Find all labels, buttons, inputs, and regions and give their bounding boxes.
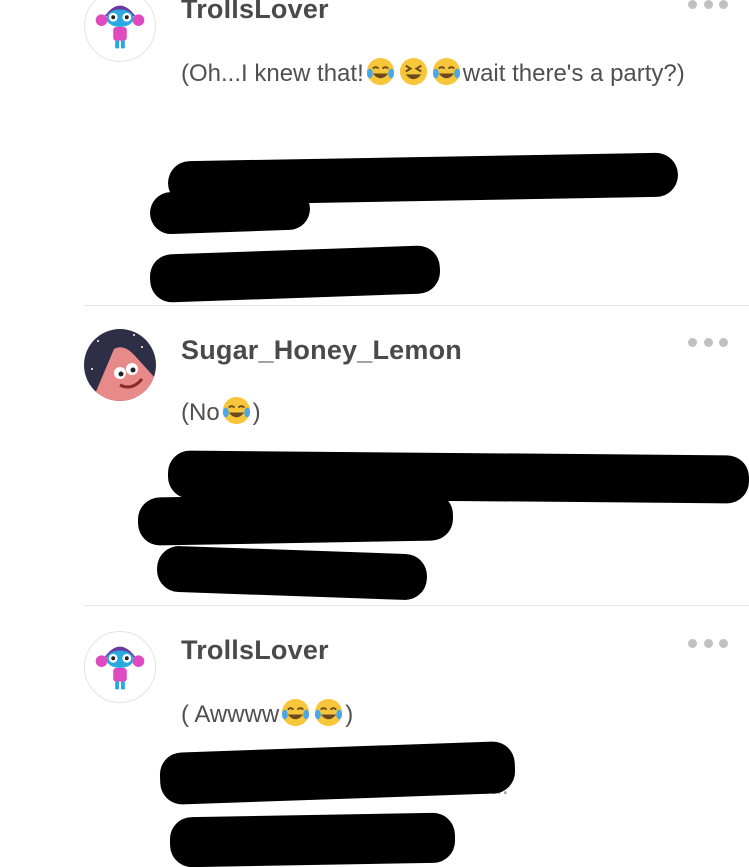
dot xyxy=(688,0,697,9)
more-options-button[interactable] xyxy=(688,0,728,10)
comment-text: (No) xyxy=(181,395,701,431)
comment-text-start: (No xyxy=(181,399,220,426)
avatar[interactable] xyxy=(84,0,156,62)
redaction-mark xyxy=(159,740,516,806)
patrick-avatar-icon xyxy=(91,334,156,401)
comment-item: Sugar_Honey_Lemon (No) xyxy=(0,305,749,605)
comment-text-end: ) xyxy=(345,701,354,728)
comment-text: (Oh...I knew that! wait there's a party?) xyxy=(181,56,701,92)
avatar[interactable] xyxy=(84,631,156,703)
more-options-button[interactable] xyxy=(688,637,728,649)
dot xyxy=(703,337,713,347)
username[interactable]: Sugar_Honey_Lemon xyxy=(181,335,462,366)
tears-of-joy-emoji-icon xyxy=(431,56,462,87)
redaction-mark xyxy=(149,244,441,304)
avatar[interactable] xyxy=(84,329,156,401)
dot xyxy=(688,337,697,347)
redaction-mark xyxy=(156,545,428,601)
tears-of-joy-emoji-icon xyxy=(313,697,344,728)
username[interactable]: TrollsLover xyxy=(181,0,329,25)
more-options-button[interactable] xyxy=(688,336,728,348)
comment-text-start: (Oh...I knew that! xyxy=(181,60,364,87)
troll-avatar-icon xyxy=(95,646,145,690)
redaction-mark xyxy=(169,812,456,867)
comment-item: TrollsLover ( Awwww) aid. xyxy=(0,605,749,867)
grinning-squinting-emoji-icon xyxy=(398,56,429,87)
comment-item: TrollsLover (Oh...I knew that! wait there… xyxy=(0,0,749,305)
comment-text-end: ) xyxy=(252,399,261,426)
dot xyxy=(719,337,728,347)
username[interactable]: TrollsLover xyxy=(181,635,329,666)
dot xyxy=(688,638,697,648)
tears-of-joy-emoji-icon xyxy=(365,56,396,87)
comment-text: ( Awwww) xyxy=(181,697,701,733)
dot xyxy=(719,0,728,9)
comment-text-start: ( Awwww xyxy=(181,701,280,728)
tears-of-joy-emoji-icon xyxy=(280,697,311,728)
tears-of-joy-emoji-icon xyxy=(221,395,252,426)
redaction-mark xyxy=(137,492,454,546)
dot xyxy=(703,0,713,9)
dot xyxy=(719,638,728,648)
troll-avatar-icon xyxy=(95,5,145,49)
dot xyxy=(703,638,713,648)
redaction-mark xyxy=(149,187,311,235)
comment-text-end: wait there's a party?) xyxy=(462,60,685,87)
